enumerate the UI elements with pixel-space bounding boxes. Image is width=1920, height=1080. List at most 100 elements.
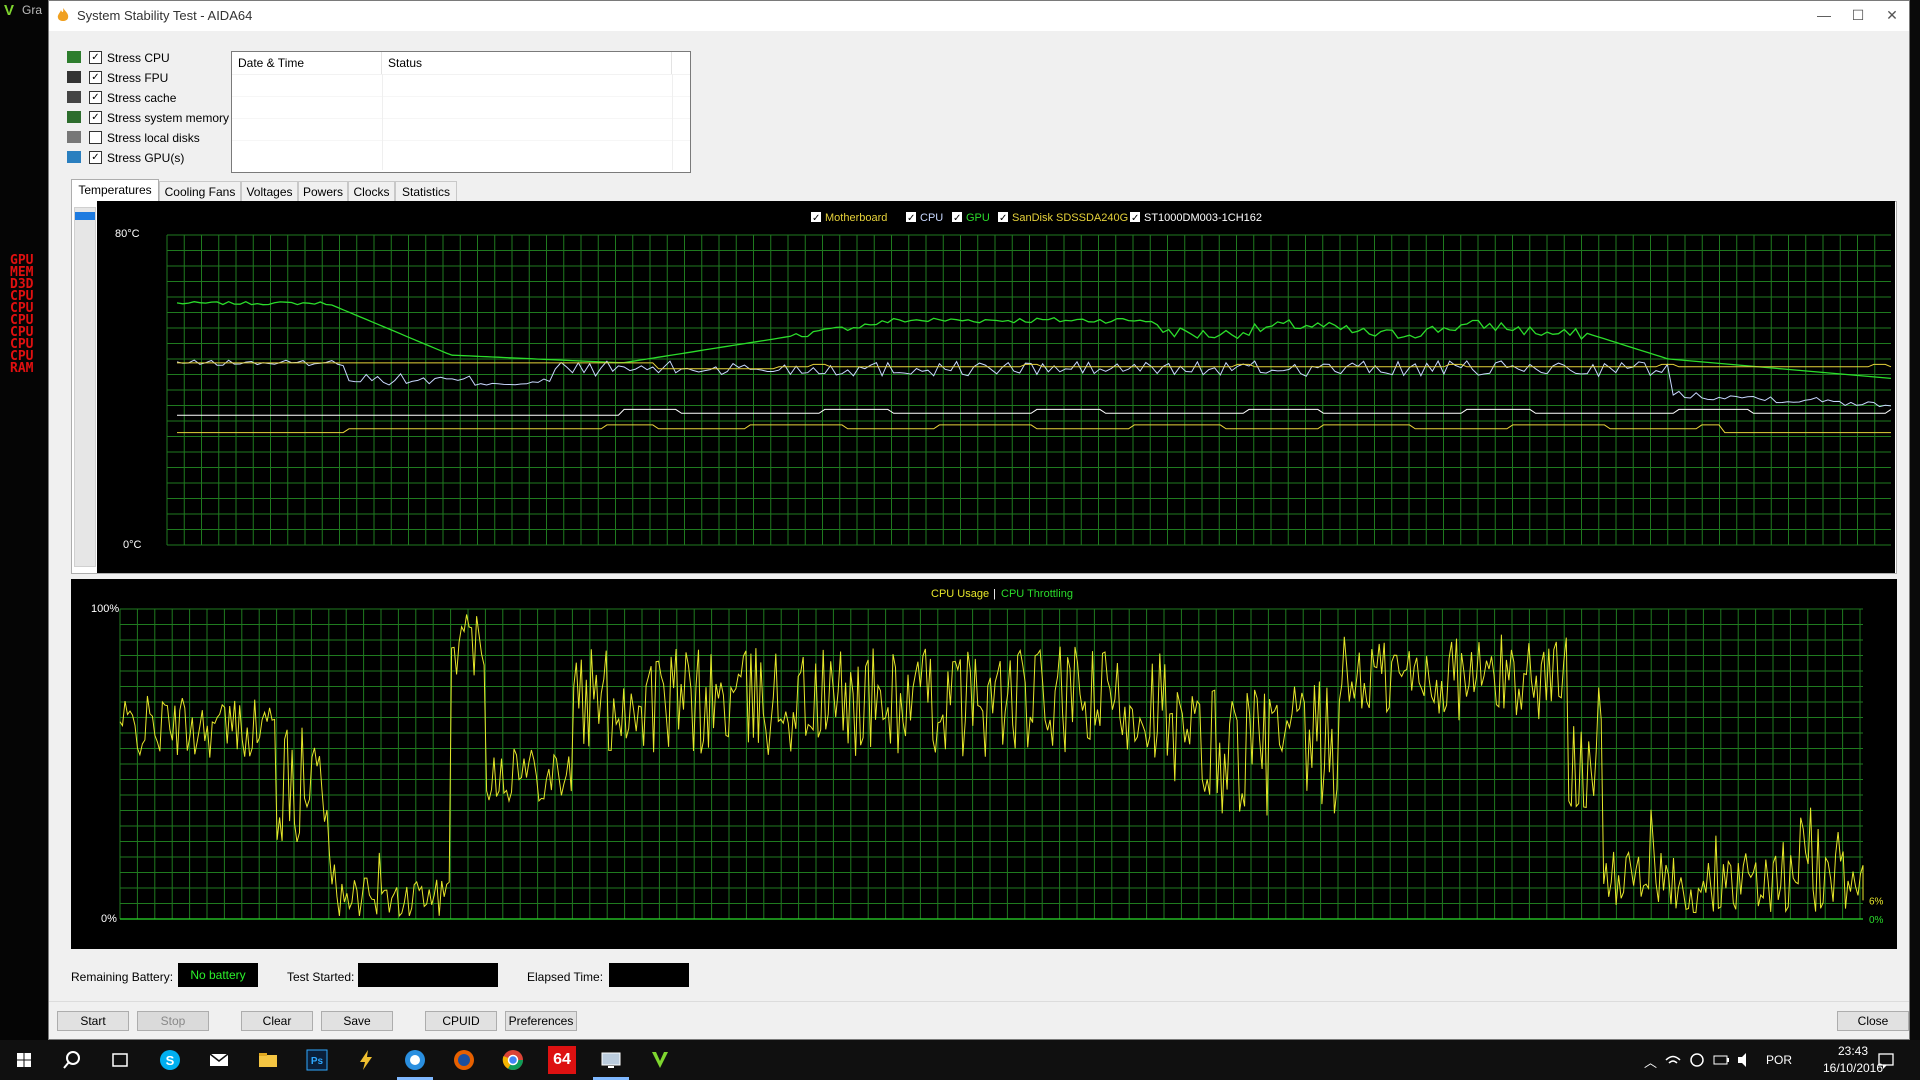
status-bar: Remaining Battery: No battery Test Start…	[49, 959, 1909, 989]
stress-option-label: Stress GPU(s)	[107, 151, 185, 165]
cpu-usage-end-label: 6%	[1869, 896, 1884, 907]
svg-text:S: S	[166, 1053, 175, 1068]
disk-icon	[67, 131, 81, 143]
legend-check-icon: ✓	[999, 213, 1007, 224]
log-divider	[232, 96, 690, 97]
stress-option-label: Stress FPU	[107, 71, 169, 85]
background-right-strip	[1910, 0, 1920, 1040]
monitor-app-icon[interactable]	[597, 1046, 625, 1074]
taskbar: S Ps 64 ︿ POR 23:43 16/10/2016	[0, 1040, 1920, 1080]
save-button[interactable]: Save	[321, 1011, 393, 1031]
start-button[interactable]: Start	[57, 1011, 129, 1031]
log-table[interactable]: Date & Time Status	[231, 51, 691, 173]
legend-check-icon: ✓	[1131, 213, 1139, 224]
stress-checkbox[interactable]: ✓	[89, 111, 102, 124]
tray-chevron-up-icon[interactable]: ︿	[1644, 1052, 1657, 1071]
test-started-value	[358, 963, 498, 987]
battery-icon[interactable]	[1712, 1046, 1730, 1074]
background-window-title: Gra	[22, 3, 43, 17]
stress-option-label: Stress system memory	[107, 111, 230, 125]
stress-checkbox[interactable]: ✓	[89, 51, 102, 64]
legend-item: Motherboard	[825, 212, 887, 224]
legend-item: CPU	[920, 212, 943, 224]
stop-button[interactable]: Stop	[137, 1011, 209, 1031]
separator	[49, 1001, 1909, 1002]
steam-tray-icon[interactable]	[1688, 1046, 1706, 1074]
clear-button[interactable]: Clear	[241, 1011, 313, 1031]
ssd-temp-line	[177, 424, 1891, 434]
chrome-icon[interactable]	[499, 1046, 527, 1074]
stress-option-label: Stress local disks	[107, 131, 200, 145]
v-logo-icon: V	[4, 2, 15, 19]
close-button[interactable]: Close	[1837, 1011, 1909, 1031]
osd-line: RAM	[10, 361, 34, 376]
temperature-graph-canvas: 80°C0°C✓ Motherboard ✓ CPU ✓ GPU ✓ SanDisk SDSS…	[115, 212, 1892, 551]
input-language[interactable]: POR	[1766, 1053, 1792, 1067]
cpu-axis-min: 0%	[101, 913, 117, 925]
legend-item: SanDisk SDSSDA240G	[1012, 212, 1128, 224]
cpu-usage-graph: 100% 0% CPU Usage | CPU Throttling 6% 0%	[71, 579, 1897, 949]
tab-powers[interactable]: Powers	[298, 181, 348, 201]
network-wifi-icon[interactable]	[1664, 1046, 1682, 1074]
aida64-taskbar-icon[interactable]: 64	[548, 1046, 576, 1074]
tab-voltages[interactable]: Voltages	[241, 181, 298, 201]
notifications-icon[interactable]	[1876, 1046, 1896, 1074]
log-header-status[interactable]: Status	[382, 52, 672, 74]
file-explorer-icon[interactable]	[254, 1046, 282, 1074]
cpuid-button[interactable]: CPUID	[425, 1011, 497, 1031]
stress-checkbox[interactable]: ✓	[89, 91, 102, 104]
cpu-axis-max: 100%	[91, 603, 119, 615]
stress-option-label: Stress cache	[107, 91, 177, 105]
gpu-icon	[67, 151, 81, 163]
log-divider	[232, 140, 690, 141]
background-window-strip: V Gra GPU MEM D3D CPU CPU CPU CPU CPU CPU RAM	[0, 0, 48, 1040]
battery-value: No battery	[178, 963, 258, 987]
cpu-usage-graph-canvas: 100% 0% CPU Usage | CPU Throttling 6% 0%	[91, 588, 1884, 926]
steam-app-icon[interactable]	[401, 1046, 429, 1074]
title-bar[interactable]: System Stability Test - AIDA64 — ☐ ✕	[49, 1, 1909, 31]
volume-icon[interactable]	[1736, 1046, 1754, 1074]
close-window-button[interactable]: ✕	[1869, 1, 1915, 31]
log-column-divider	[672, 74, 673, 170]
windows-start-icon[interactable]	[10, 1046, 38, 1074]
test-started-label: Test Started:	[287, 970, 355, 984]
skype-icon[interactable]: S	[156, 1046, 184, 1074]
preferences-button[interactable]: Preferences	[505, 1011, 577, 1031]
tab-temperatures[interactable]: Temperatures	[71, 179, 159, 202]
hdd-temp-line	[177, 408, 1892, 416]
log-column-divider	[382, 74, 383, 170]
stress-checkbox[interactable]	[89, 131, 102, 144]
svg-text:Ps: Ps	[311, 1056, 324, 1067]
elapsed-time-label: Elapsed Time:	[527, 970, 604, 984]
search-icon[interactable]	[58, 1046, 86, 1074]
log-divider	[232, 74, 690, 75]
legend-separator: |	[993, 588, 996, 600]
sensor-selector-highlight	[75, 212, 95, 220]
task-view-icon[interactable]	[106, 1046, 134, 1074]
winamp-icon[interactable]	[352, 1046, 380, 1074]
battery-label: Remaining Battery:	[71, 970, 174, 984]
photoshop-icon[interactable]: Ps	[303, 1046, 331, 1074]
stress-option-label: Stress CPU	[107, 51, 170, 65]
temp-axis-max: 80°C	[115, 228, 140, 240]
v-app-icon[interactable]	[646, 1046, 674, 1074]
aida64-stability-window: System Stability Test - AIDA64 — ☐ ✕ ✓ St…	[48, 0, 1910, 1040]
firefox-icon[interactable]	[450, 1046, 478, 1074]
log-header-datetime[interactable]: Date & Time	[232, 52, 382, 74]
memory-icon	[67, 111, 81, 123]
mail-icon[interactable]	[205, 1046, 233, 1074]
log-divider	[232, 118, 690, 119]
cpu-usage-legend: CPU Usage	[931, 588, 989, 600]
legend-check-icon: ✓	[907, 213, 915, 224]
fpu-icon	[67, 71, 81, 83]
legend-check-icon: ✓	[953, 213, 961, 224]
window-title: System Stability Test - AIDA64	[77, 8, 253, 23]
stress-checkbox[interactable]: ✓	[89, 151, 102, 164]
tab-statistics[interactable]: Statistics	[395, 181, 457, 201]
tab-cooling-fans[interactable]: Cooling Fans	[159, 181, 241, 201]
sensor-selector[interactable]	[74, 207, 96, 567]
cpu-icon	[67, 51, 81, 63]
stress-checkbox[interactable]: ✓	[89, 71, 102, 84]
elapsed-time-value	[609, 963, 689, 987]
tab-clocks[interactable]: Clocks	[348, 181, 395, 201]
